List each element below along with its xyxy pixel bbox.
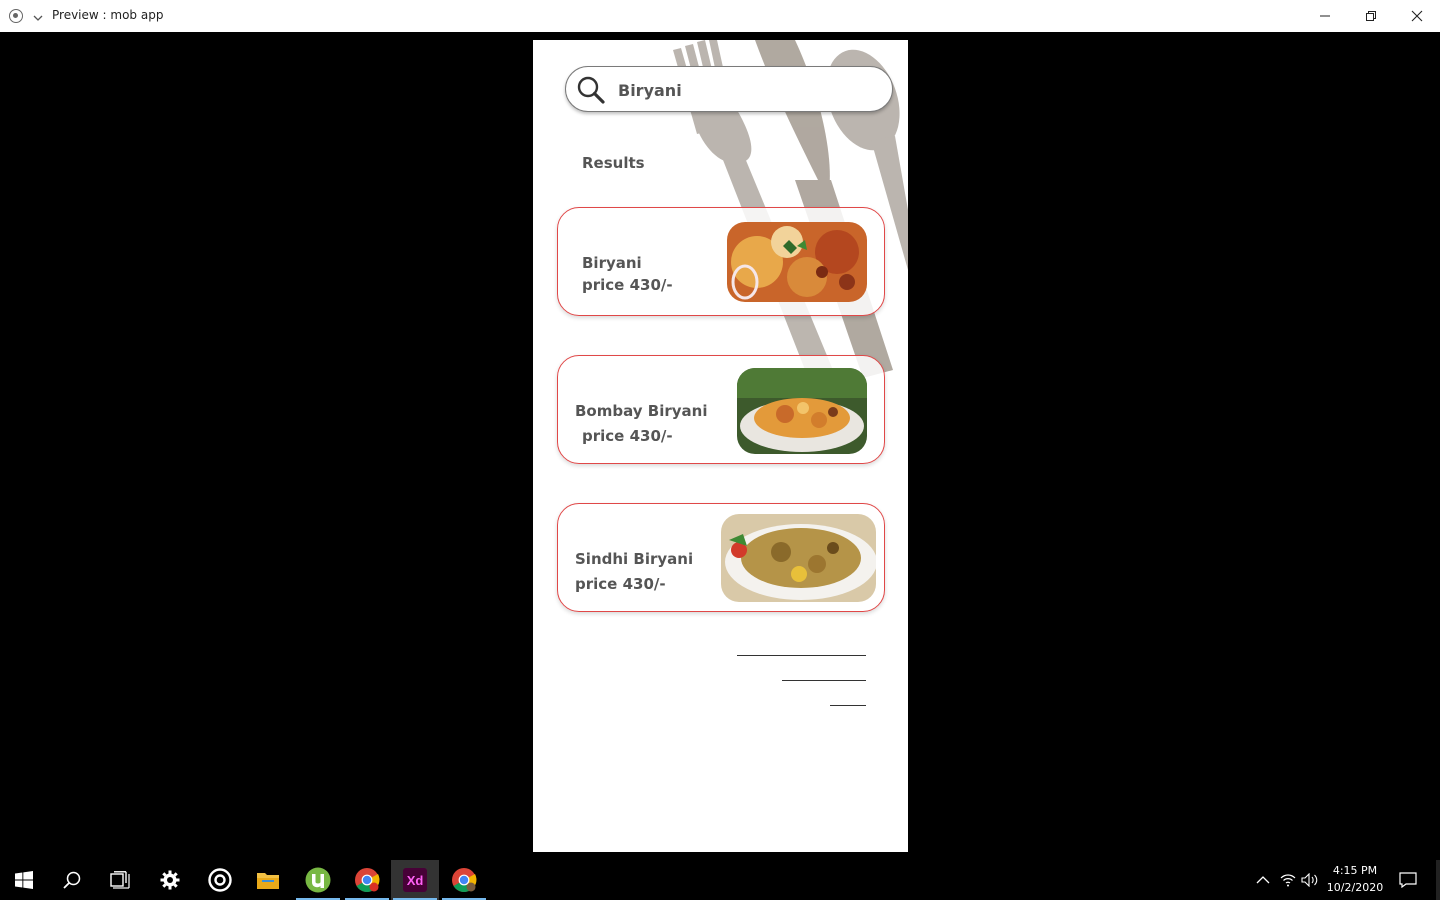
utorrent-icon (305, 867, 331, 893)
restore-button[interactable] (1348, 0, 1394, 32)
search-bar[interactable] (565, 66, 893, 112)
search-icon[interactable] (576, 75, 606, 105)
clock-time: 4:15 PM (1332, 864, 1378, 877)
wifi-icon (1280, 874, 1296, 887)
taskbar: Xd 4:15 PM 10/2/2020 (0, 860, 1440, 900)
item-price: price 430/- (582, 276, 673, 294)
divider-line (737, 655, 866, 656)
chrome-profile-taskbar-app[interactable] (440, 860, 488, 900)
notification-icon (1399, 872, 1417, 888)
show-desktop-button[interactable] (1436, 860, 1440, 900)
start-button[interactable] (0, 860, 48, 900)
mobile-artboard: Results Biryani price 430/- Bombay Birya… (533, 40, 908, 852)
result-card-bombay-biryani[interactable]: Bombay Biryani price 430/- (557, 355, 885, 464)
divider-line (782, 680, 866, 681)
chrome-icon (452, 868, 477, 893)
biryani-photo (727, 222, 867, 302)
task-view-icon (110, 871, 130, 889)
item-price: price 430/- (575, 575, 666, 593)
search-input[interactable] (618, 77, 878, 103)
file-explorer-taskbar-app[interactable] (244, 860, 292, 900)
action-center-button[interactable] (1386, 860, 1430, 900)
network-button[interactable] (1276, 860, 1300, 900)
item-name: Sindhi Biryani (575, 550, 694, 568)
chevron-down-icon[interactable] (32, 9, 44, 21)
settings-icon (160, 870, 180, 890)
groove-icon (208, 868, 232, 892)
settings-taskbar-app[interactable] (146, 860, 194, 900)
item-price: price 430/- (582, 427, 673, 445)
groove-taskbar-app[interactable] (196, 860, 244, 900)
item-name: Biryani (582, 254, 642, 272)
close-button[interactable] (1394, 0, 1440, 32)
divider-line (830, 705, 866, 706)
chrome-taskbar-app[interactable] (343, 860, 391, 900)
volume-icon (1301, 873, 1318, 887)
adobe-xd-taskbar-app[interactable]: Xd (391, 860, 439, 900)
file-explorer-icon (257, 873, 279, 889)
result-card-sindhi-biryani[interactable]: Sindhi Biryani price 430/- (557, 503, 885, 612)
clock-date: 10/2/2020 (1326, 881, 1384, 894)
adobe-xd-icon: Xd (403, 868, 427, 892)
item-name: Bombay Biryani (575, 402, 708, 420)
sindhi-biryani-photo (721, 514, 876, 602)
result-card-biryani[interactable]: Biryani price 430/- (557, 207, 885, 316)
adobe-xd-label: Xd (406, 872, 424, 888)
minimize-button[interactable] (1302, 0, 1348, 32)
chevron-up-icon (1256, 876, 1270, 884)
results-heading: Results (582, 154, 645, 172)
volume-button[interactable] (1298, 860, 1322, 900)
utorrent-taskbar-app[interactable] (294, 860, 342, 900)
start-icon (15, 871, 33, 889)
search-icon (63, 871, 81, 889)
taskbar-search-button[interactable] (48, 860, 96, 900)
show-hidden-icons-button[interactable] (1250, 860, 1276, 900)
task-view-button[interactable] (96, 860, 144, 900)
record-icon (9, 9, 23, 23)
bombay-biryani-photo (737, 368, 867, 454)
window-title: Preview : mob app (52, 8, 164, 22)
chrome-icon (355, 868, 380, 893)
window-titlebar: Preview : mob app (0, 0, 1440, 32)
clock[interactable]: 4:15 PM 10/2/2020 (1326, 862, 1384, 896)
